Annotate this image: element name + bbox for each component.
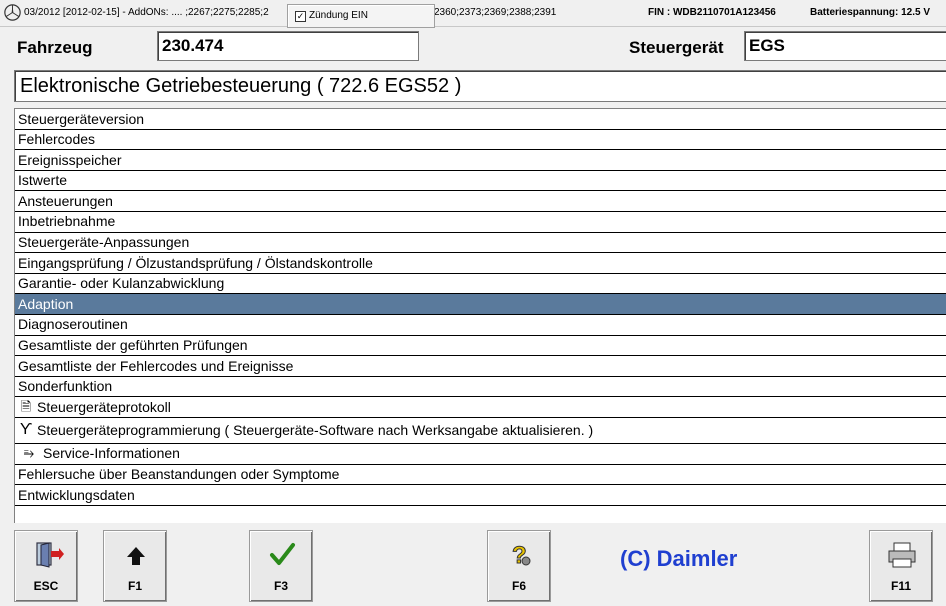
ignition-checkbox[interactable]: ✓	[295, 11, 306, 22]
menu-item-label: Adaption	[18, 295, 74, 312]
menu-item-label: Inbetriebnahme	[18, 213, 116, 230]
menu-item-label: Fehlercodes	[18, 131, 96, 148]
mercedes-star-icon	[4, 4, 21, 21]
menu-item-label: Entwicklungsdaten	[18, 486, 135, 503]
function-menu: Steuergeräteversion Fehlercodes Ereignis…	[14, 108, 946, 523]
esc-button[interactable]: ESC	[14, 530, 78, 602]
fin-display: FIN : WDB2110701A123456	[648, 7, 776, 18]
f11-button[interactable]: F11	[869, 530, 933, 602]
menu-item-gefuehrte-pruefungen[interactable]: Gesamtliste der geführten Prüfungen	[15, 336, 946, 357]
addons-info: 2360;2373;2369;2388;2391	[434, 7, 557, 18]
esc-label: ESC	[33, 579, 59, 593]
document-icon: 🗎	[20, 398, 32, 414]
menu-item-garantie[interactable]: Garantie- oder Kulanzabwicklung	[15, 274, 946, 295]
menu-item-istwerte[interactable]: Istwerte	[15, 171, 946, 192]
menu-item-entwicklungsdaten[interactable]: Entwicklungsdaten	[15, 485, 946, 506]
f6-button[interactable]: ? F6	[487, 530, 551, 602]
menu-item-label: Gesamtliste der geführten Prüfungen	[18, 337, 248, 354]
menu-item-fehlercodes[interactable]: Fehlercodes	[15, 130, 946, 151]
ecu-label: Steuergerät	[629, 38, 724, 57]
menu-item-inbetriebnahme[interactable]: Inbetriebnahme	[15, 212, 946, 233]
ignition-indicator[interactable]: ✓ Zündung EIN	[287, 4, 435, 28]
f6-label: F6	[511, 579, 526, 593]
menu-item-label: Istwerte	[18, 172, 68, 189]
help-icon: ?	[512, 542, 531, 569]
menu-item-sonderfunktion[interactable]: Sonderfunktion	[15, 377, 946, 398]
menu-item-label: Steuergeräte-Anpassungen	[18, 234, 190, 251]
menu-item-label: Steuergeräteprogrammierung ( Steuergerät…	[37, 422, 594, 439]
menu-item-diagnoseroutinen[interactable]: Diagnoseroutinen	[15, 315, 946, 336]
battery-voltage: Batteriespannung: 12.5 V	[810, 7, 931, 18]
programming-icon: ϒ	[19, 421, 33, 439]
copyright-text: (C) Daimler	[620, 546, 738, 571]
f1-label: F1	[127, 579, 142, 593]
f3-button[interactable]: F3	[249, 530, 313, 602]
menu-item-steuergeraeteprotokoll[interactable]: 🗎 Steuergeräteprotokoll	[15, 397, 946, 418]
menu-item-ereignisspeicher[interactable]: Ereignisspeicher	[15, 150, 946, 171]
menu-item-anpassungen[interactable]: Steuergeräte-Anpassungen	[15, 233, 946, 254]
menu-item-label: Ansteuerungen	[18, 192, 113, 209]
menu-item-label: Sonderfunktion	[18, 378, 113, 395]
menu-item-steuergeraeteversion[interactable]: Steuergeräteversion	[15, 109, 946, 130]
arrow-up-icon	[127, 547, 145, 565]
menu-item-label: Steuergeräteprotokoll	[37, 398, 171, 415]
menu-item-programmierung[interactable]: ϒ Steuergeräteprogrammierung ( Steuerger…	[15, 418, 946, 444]
menu-item-service-informationen[interactable]: ⥱ Service-Informationen	[15, 444, 946, 465]
vehicle-label: Fahrzeug	[17, 38, 93, 57]
menu-item-label: Gesamtliste der Fehlercodes und Ereignis…	[18, 357, 294, 374]
service-info-icon: ⥱	[23, 445, 35, 461]
menu-item-label: Service-Informationen	[43, 445, 180, 462]
menu-item-eingangspruefung[interactable]: Eingangsprüfung / Ölzustandsprüfung / Öl…	[15, 253, 946, 274]
menu-item-adaption[interactable]: Adaption	[15, 294, 946, 315]
printer-icon	[888, 542, 916, 568]
menu-item-label: Eingangsprüfung / Ölzustandsprüfung / Öl…	[18, 254, 373, 271]
page-title: Elektronische Getriebesteuerung ( 722.6 …	[14, 70, 946, 102]
menu-item-fehlersuche[interactable]: Fehlersuche über Beanstandungen oder Sym…	[15, 465, 946, 486]
menu-item-label: Fehlersuche über Beanstandungen oder Sym…	[18, 466, 340, 482]
version-info: 03/2012 [2012-02-15] - AddONs: .... ;226…	[24, 7, 269, 18]
status-bar: 03/2012 [2012-02-15] - AddONs: .... ;226…	[0, 0, 946, 27]
exit-door-icon	[36, 542, 64, 568]
f1-button[interactable]: F1	[103, 530, 167, 602]
vehicle-field: 230.474	[157, 31, 419, 61]
f11-label: F11	[890, 579, 911, 593]
checkmark-icon	[270, 543, 295, 565]
menu-item-label: Steuergeräteversion	[18, 110, 145, 127]
ignition-label: Zündung EIN	[309, 10, 368, 21]
menu-item-fehlercodes-ereignisse[interactable]: Gesamtliste der Fehlercodes und Ereignis…	[15, 356, 946, 377]
menu-item-ansteuerungen[interactable]: Ansteuerungen	[15, 191, 946, 212]
ecu-field: EGS	[744, 31, 946, 61]
f3-label: F3	[273, 579, 288, 593]
menu-item-label: Diagnoseroutinen	[18, 316, 128, 333]
menu-item-label: Garantie- oder Kulanzabwicklung	[18, 275, 225, 292]
menu-item-label: Ereignisspeicher	[18, 151, 122, 168]
